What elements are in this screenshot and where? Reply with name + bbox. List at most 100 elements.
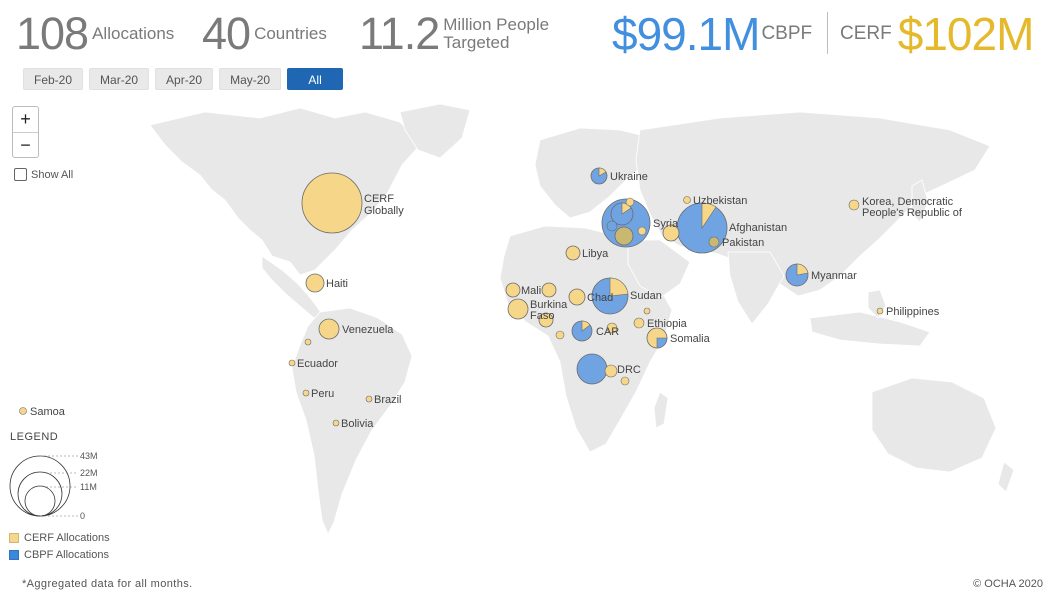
legend-key-cerf: CERF Allocations [9,532,110,544]
stats-divider [827,12,828,54]
stat-cerf: CERF $102M [840,8,1035,60]
label-venezuela: Venezuela [342,324,394,336]
label-ecuador: Ecuador [297,358,338,370]
cbpf-total: $99.1M [612,8,760,60]
bubble-eritrea[interactable] [643,307,651,315]
land-india [727,251,785,325]
bubble-burundi[interactable] [604,364,618,378]
bubble-chad[interactable] [568,288,586,306]
label-cerf-globally-2: Globally [364,205,404,217]
legend-size-43m: 43M [80,451,98,461]
allocations-label: Allocations [92,24,175,43]
land-madagascar [653,391,669,429]
label-sudan: Sudan [630,290,662,302]
show-all-label: Show All [31,168,74,181]
countries-count: 40 [202,8,251,59]
month-button-all[interactable]: All [287,68,344,90]
label-ukraine: Ukraine [610,171,648,183]
bubble-syria-b[interactable] [614,226,634,246]
bubble-korea[interactable] [848,199,860,211]
label-bolivia: Bolivia [341,418,374,430]
land-north-america [149,107,421,276]
label-somalia: Somalia [670,333,711,345]
label-afghanistan: Afghanistan [729,222,787,234]
countries-label: Countries [254,24,327,43]
people-label: Million People Targeted [443,16,549,52]
zoom-out-button[interactable]: − [13,132,38,157]
legend-title: LEGEND [10,431,59,443]
label-peru: Peru [311,388,334,400]
world-map[interactable]: CERF Globally Ukraine Uzbekistan Korea, … [0,95,1047,565]
label-syria: Syria [653,218,679,230]
bubble-haiti[interactable] [305,273,325,293]
label-drc: DRC [617,364,641,376]
legend-size-0: 0 [80,511,85,521]
stat-cbpf: $99.1M CBPF [612,8,812,60]
bubble-cerf-globally[interactable] [301,172,363,234]
zoom-in-button[interactable]: + [13,107,38,132]
cbpf-label: CBPF [761,23,813,44]
legend-size-11m: 11M [80,482,97,492]
bubble-brazil[interactable] [365,395,373,403]
bubble-pakistan[interactable] [708,236,720,248]
label-burkina-2: Faso [530,310,554,322]
bubble-mali[interactable] [505,282,521,298]
month-button-mar[interactable]: Mar-20 [89,68,150,90]
land-new-zealand [997,461,1015,493]
stat-countries: 40 Countries [202,8,327,60]
bubble-philippines[interactable] [876,307,884,315]
bubble-samoa[interactable] [19,407,27,415]
bubble-venezuela[interactable] [318,318,340,340]
bubble-bolivia[interactable] [332,419,340,427]
label-samoa: Samoa [30,406,66,418]
header-stats: 108 Allocations 40 Countries 11.2 Millio… [16,8,1036,64]
people-label-line1: Million People [443,15,550,34]
bubble-libya[interactable] [565,245,581,261]
legend-circle-22m [17,471,63,517]
month-button-feb[interactable]: Feb-20 [23,68,84,90]
bubble-somalia-cbpf-slice [656,337,668,349]
bubble-syria-e[interactable] [625,197,635,207]
land-australia [871,377,997,473]
bubble-burkina-faso[interactable] [507,298,529,320]
label-chad: Chad [587,292,613,304]
bubble-ethiopia[interactable] [633,317,645,329]
footnote: *Aggregated data for all months. [22,578,193,590]
month-button-may[interactable]: May-20 [219,68,282,90]
label-brazil: Brazil [374,394,402,406]
cerf-label: CERF [840,23,892,44]
bubble-uzbekistan[interactable] [683,196,691,204]
bubble-niger[interactable] [541,282,557,298]
land-philippines [867,289,887,319]
legend-label-cerf: CERF Allocations [24,532,110,544]
legend-size-scale: 43M 22M 11M 0 [9,451,98,521]
bubble-ecuador[interactable] [288,359,296,367]
legend-label-cbpf: CBPF Allocations [24,549,109,561]
month-filter: Feb-20 Mar-20 Apr-20 May-20 All [23,68,344,90]
label-myanmar: Myanmar [811,270,857,282]
label-ethiopia: Ethiopia [647,318,688,330]
month-button-apr[interactable]: Apr-20 [155,68,214,90]
stat-people-targeted: 11.2 Million People Targeted [359,8,549,60]
label-car: CAR [596,326,619,338]
bubble-tanzania[interactable] [620,376,630,386]
bubble-drc[interactable] [576,353,608,385]
cerf-total: $102M [897,8,1035,60]
bubble-syria-d[interactable] [606,220,618,232]
legend-swatch-cbpf [9,550,19,560]
people-count: 11.2 [359,8,440,59]
copyright: © OCHA 2020 [973,578,1043,590]
label-korea-2: People's Republic of [862,207,963,219]
allocations-count: 108 [16,8,89,59]
legend-size-22m: 22M [80,468,98,478]
label-mali: Mali [521,285,541,297]
bubble-syria-c[interactable] [637,226,647,236]
bubble-colombia[interactable] [304,338,312,346]
legend-circle-11m [24,485,56,517]
legend-key-cbpf: CBPF Allocations [9,549,109,561]
show-all-toggle[interactable]: Show All [14,168,73,181]
bubble-cameroon[interactable] [555,330,565,340]
label-cerf-globally-1: CERF [364,193,394,205]
show-all-checkbox[interactable] [14,168,27,181]
bubble-peru[interactable] [302,389,310,397]
